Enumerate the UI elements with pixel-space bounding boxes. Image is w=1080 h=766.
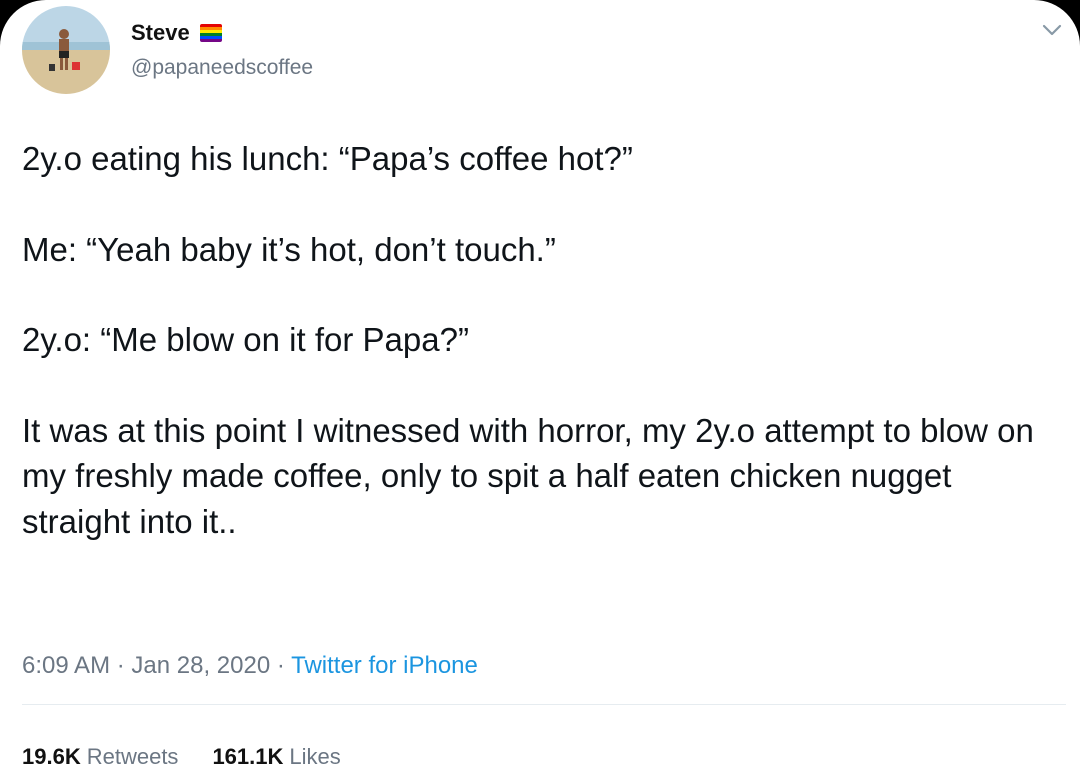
tweet-paragraph: It was at this point I witnessed with ho… (22, 411, 1034, 540)
likes-count: 161.1K (212, 744, 284, 766)
author-row: Steve (131, 20, 222, 46)
separator-dot: · (276, 652, 292, 679)
retweets-count: 19.6K (22, 744, 81, 766)
likes-label: Likes (289, 744, 341, 766)
rainbow-flag-icon (199, 24, 222, 42)
engagement-stats: 19.6K Retweets 161.1K Likes (22, 744, 341, 766)
tweet-time[interactable]: 6:09 AM (22, 652, 110, 679)
divider (22, 704, 1066, 705)
tweet-card: Steve @papaneedscoffee 2y.o eating his l… (0, 0, 1080, 766)
tweet-paragraph: Me: “Yeah baby it’s hot, don’t touch.” (22, 230, 556, 268)
tweet-paragraph: 2y.o: “Me blow on it for Papa?” (22, 321, 469, 359)
avatar[interactable] (22, 6, 110, 94)
author-handle[interactable]: @papaneedscoffee (131, 56, 313, 80)
tweet-paragraph: 2y.o eating his lunch: “Papa’s coffee ho… (22, 140, 633, 177)
separator-dot: · (116, 652, 132, 679)
chevron-down-icon[interactable] (1038, 16, 1066, 44)
retweets-label: Retweets (86, 744, 179, 766)
retweets-stat[interactable]: 19.6K Retweets (22, 744, 178, 766)
tweet-text: 2y.o eating his lunch: “Papa’s coffee ho… (22, 136, 1067, 589)
tweet-date[interactable]: Jan 28, 2020 (131, 652, 270, 679)
author-name[interactable]: Steve (131, 20, 190, 46)
tweet-metadata: 6:09 AM · Jan 28, 2020 · Twitter for iPh… (22, 652, 478, 680)
tweet-source-link[interactable]: Twitter for iPhone (291, 652, 478, 679)
likes-stat[interactable]: 161.1K Likes (212, 744, 340, 766)
